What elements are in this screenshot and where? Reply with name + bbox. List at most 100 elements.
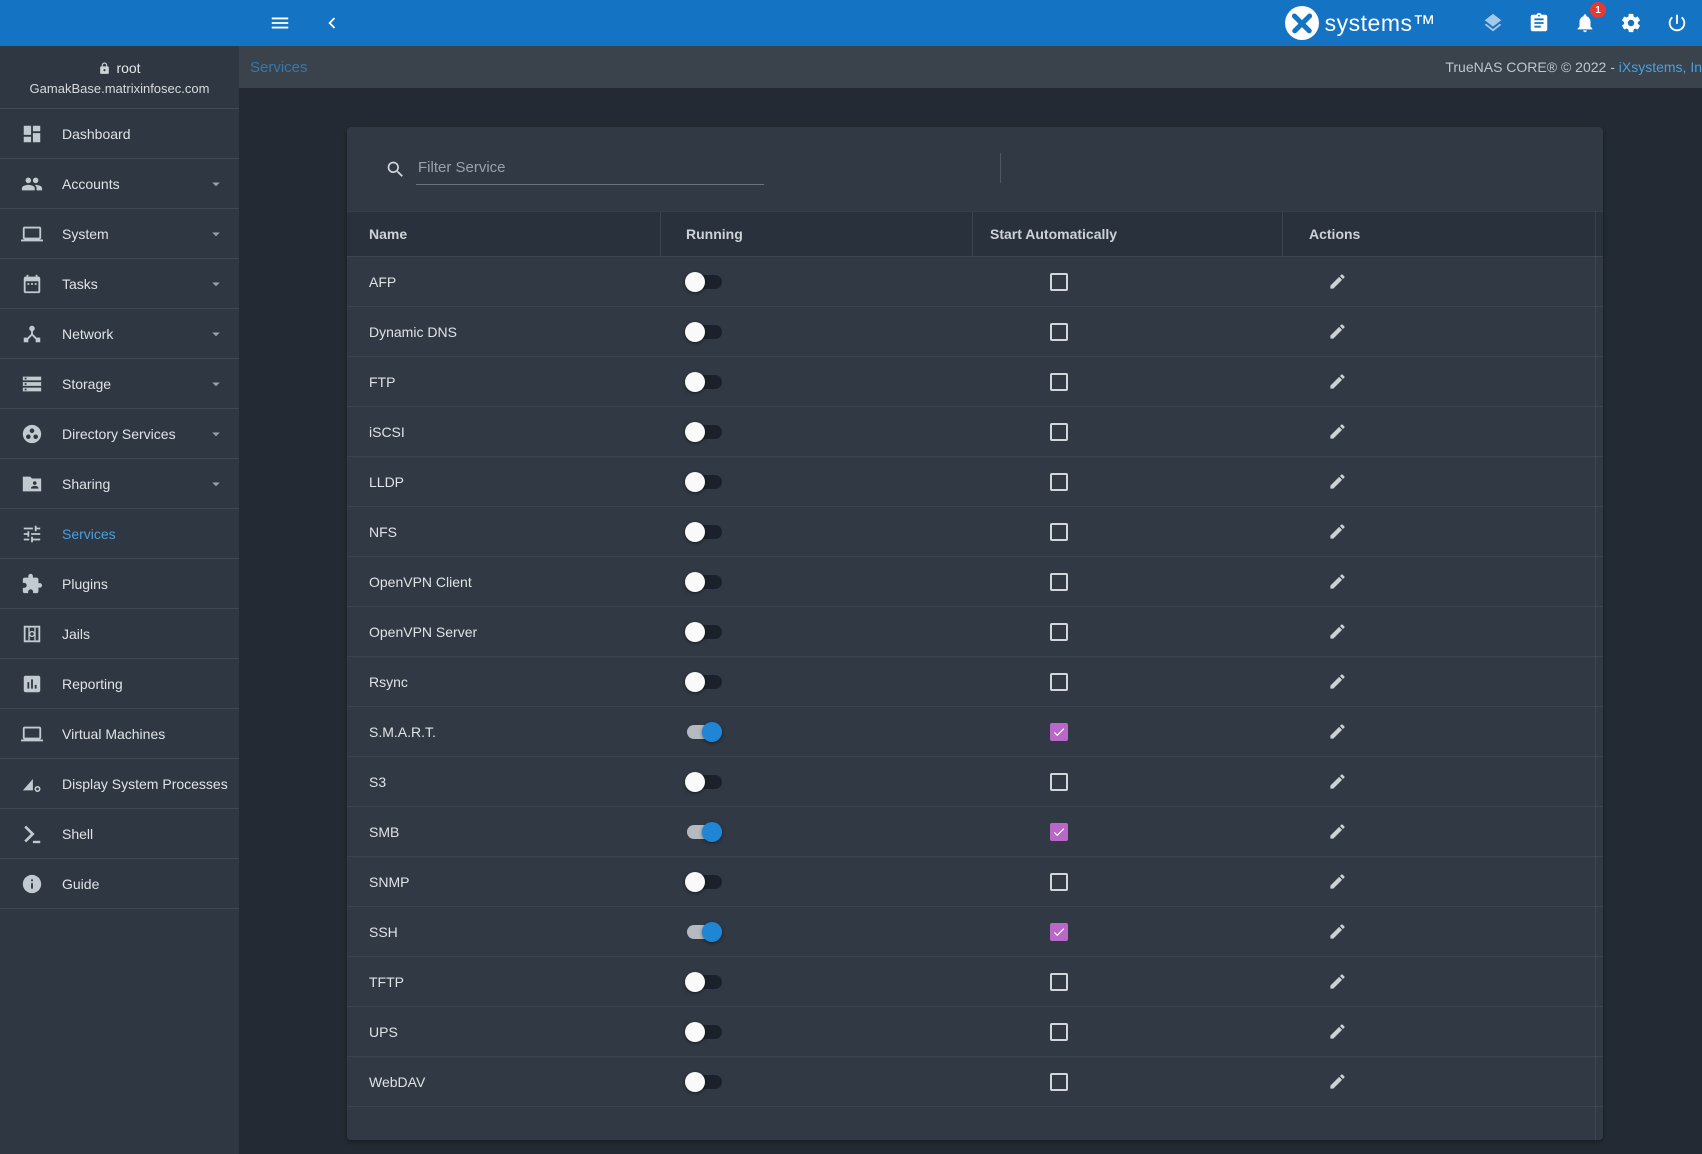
chevron-down-icon <box>207 275 225 293</box>
chevron-down-icon <box>207 175 225 193</box>
ixsystems-link[interactable]: iXsystems, In <box>1619 59 1702 75</box>
edit-pencil-icon-ups[interactable] <box>1322 1017 1352 1047</box>
start-automatically-checkbox-tftp[interactable] <box>1050 973 1068 991</box>
column-header-running[interactable]: Running <box>660 212 972 256</box>
start-automatically-checkbox-smb[interactable] <box>1050 823 1068 841</box>
edit-pencil-icon-ftp[interactable] <box>1322 367 1352 397</box>
edit-pencil-icon-nfs[interactable] <box>1322 517 1352 547</box>
power-icon[interactable] <box>1660 6 1694 40</box>
sidebar-item-label: System <box>62 226 109 242</box>
calendar-icon <box>20 272 44 296</box>
edit-pencil-icon-rsync[interactable] <box>1322 667 1352 697</box>
service-name: SMB <box>369 824 399 840</box>
sidebar-item-guide[interactable]: Guide <box>0 859 239 909</box>
column-header-actions[interactable]: Actions <box>1282 212 1603 256</box>
table-row-openvpn-client: OpenVPN Client <box>347 557 1603 607</box>
edit-pencil-icon-afp[interactable] <box>1322 267 1352 297</box>
start-automatically-checkbox-lldp[interactable] <box>1050 473 1068 491</box>
start-automatically-checkbox-rsync[interactable] <box>1050 673 1068 691</box>
sidebar-item-sharing[interactable]: Sharing <box>0 459 239 509</box>
sidebar-item-label: Accounts <box>62 176 120 192</box>
running-toggle-ftp[interactable] <box>685 372 722 392</box>
running-toggle-rsync[interactable] <box>685 672 722 692</box>
sidebar-item-accounts[interactable]: Accounts <box>0 159 239 209</box>
sidebar-item-storage[interactable]: Storage <box>0 359 239 409</box>
edit-pencil-icon-webdav[interactable] <box>1322 1067 1352 1097</box>
edit-pencil-icon-lldp[interactable] <box>1322 467 1352 497</box>
edit-pencil-icon-tftp[interactable] <box>1322 967 1352 997</box>
running-toggle-lldp[interactable] <box>685 472 722 492</box>
running-toggle-nfs[interactable] <box>685 522 722 542</box>
task-manager-clipboard-icon[interactable] <box>1522 6 1556 40</box>
start-automatically-checkbox-dynamic-dns[interactable] <box>1050 323 1068 341</box>
settings-gear-icon[interactable] <box>1614 6 1648 40</box>
menu-icon[interactable] <box>263 6 297 40</box>
sidebar-item-dashboard[interactable]: Dashboard <box>0 109 239 159</box>
running-toggle-tftp[interactable] <box>685 972 722 992</box>
start-automatically-checkbox-webdav[interactable] <box>1050 1073 1068 1091</box>
sidebar-item-display-system-processes[interactable]: Display System Processes <box>0 759 239 809</box>
truecommand-layers-icon[interactable] <box>1476 6 1510 40</box>
main-area: Services TrueNAS CORE® © 2022 - iXsystem… <box>239 46 1702 1154</box>
edit-pencil-icon-openvpn-client[interactable] <box>1322 567 1352 597</box>
sidebar-item-jails[interactable]: Jails <box>0 609 239 659</box>
start-automatically-checkbox-snmp[interactable] <box>1050 873 1068 891</box>
ix-logo-mark <box>1285 6 1319 40</box>
running-toggle-webdav[interactable] <box>685 1072 722 1092</box>
start-automatically-checkbox-iscsi[interactable] <box>1050 423 1068 441</box>
edit-pencil-icon-iscsi[interactable] <box>1322 417 1352 447</box>
sidebar-item-virtual-machines[interactable]: Virtual Machines <box>0 709 239 759</box>
table-header: Name Running Start Automatically Actions <box>347 211 1603 257</box>
edit-pencil-icon-s-m-a-r-t[interactable] <box>1322 717 1352 747</box>
sidebar-item-plugins[interactable]: Plugins <box>0 559 239 609</box>
edit-pencil-icon-s3[interactable] <box>1322 767 1352 797</box>
start-automatically-checkbox-ftp[interactable] <box>1050 373 1068 391</box>
sidebar-item-network[interactable]: Network <box>0 309 239 359</box>
running-toggle-s3[interactable] <box>685 772 722 792</box>
breadcrumb-services[interactable]: Services <box>250 59 308 76</box>
start-automatically-checkbox-openvpn-server[interactable] <box>1050 623 1068 641</box>
running-toggle-iscsi[interactable] <box>685 422 722 442</box>
start-automatically-checkbox-s-m-a-r-t[interactable] <box>1050 723 1068 741</box>
sidebar-item-label: Shell <box>62 826 93 842</box>
table-row-snmp: SNMP <box>347 857 1603 907</box>
start-automatically-checkbox-ups[interactable] <box>1050 1023 1068 1041</box>
start-automatically-checkbox-ssh[interactable] <box>1050 923 1068 941</box>
edit-pencil-icon-ssh[interactable] <box>1322 917 1352 947</box>
sidebar-item-directory-services[interactable]: Directory Services <box>0 409 239 459</box>
running-toggle-ups[interactable] <box>685 1022 722 1042</box>
sidebar-item-system[interactable]: System <box>0 209 239 259</box>
service-name: OpenVPN Server <box>369 624 477 640</box>
running-toggle-s-m-a-r-t[interactable] <box>685 722 722 742</box>
edit-pencil-icon-dynamic-dns[interactable] <box>1322 317 1352 347</box>
edit-pencil-icon-openvpn-server[interactable] <box>1322 617 1352 647</box>
running-toggle-snmp[interactable] <box>685 872 722 892</box>
running-toggle-smb[interactable] <box>685 822 722 842</box>
edit-pencil-icon-smb[interactable] <box>1322 817 1352 847</box>
column-header-name[interactable]: Name <box>347 212 660 256</box>
network-icon <box>20 322 44 346</box>
start-automatically-checkbox-openvpn-client[interactable] <box>1050 573 1068 591</box>
chevron-down-icon <box>207 425 225 443</box>
running-toggle-dynamic-dns[interactable] <box>685 322 722 342</box>
service-name: OpenVPN Client <box>369 574 472 590</box>
sidebar-item-shell[interactable]: Shell <box>0 809 239 859</box>
sidebar-item-services[interactable]: Services <box>0 509 239 559</box>
collapse-nav-icon[interactable] <box>315 6 349 40</box>
sidebar-item-tasks[interactable]: Tasks <box>0 259 239 309</box>
running-toggle-ssh[interactable] <box>685 922 722 942</box>
column-header-start-automatically[interactable]: Start Automatically <box>972 212 1282 256</box>
start-automatically-checkbox-nfs[interactable] <box>1050 523 1068 541</box>
edit-pencil-icon-snmp[interactable] <box>1322 867 1352 897</box>
start-automatically-checkbox-afp[interactable] <box>1050 273 1068 291</box>
running-toggle-afp[interactable] <box>685 272 722 292</box>
running-toggle-openvpn-server[interactable] <box>685 622 722 642</box>
sidebar-item-label: Virtual Machines <box>62 726 165 742</box>
table-row-s-m-a-r-t: S.M.A.R.T. <box>347 707 1603 757</box>
filter-row <box>347 127 1603 211</box>
running-toggle-openvpn-client[interactable] <box>685 572 722 592</box>
start-automatically-checkbox-s3[interactable] <box>1050 773 1068 791</box>
filter-service-input[interactable] <box>416 153 764 185</box>
sidebar-item-reporting[interactable]: Reporting <box>0 659 239 709</box>
notifications-bell-icon[interactable]: 1 <box>1568 6 1602 40</box>
